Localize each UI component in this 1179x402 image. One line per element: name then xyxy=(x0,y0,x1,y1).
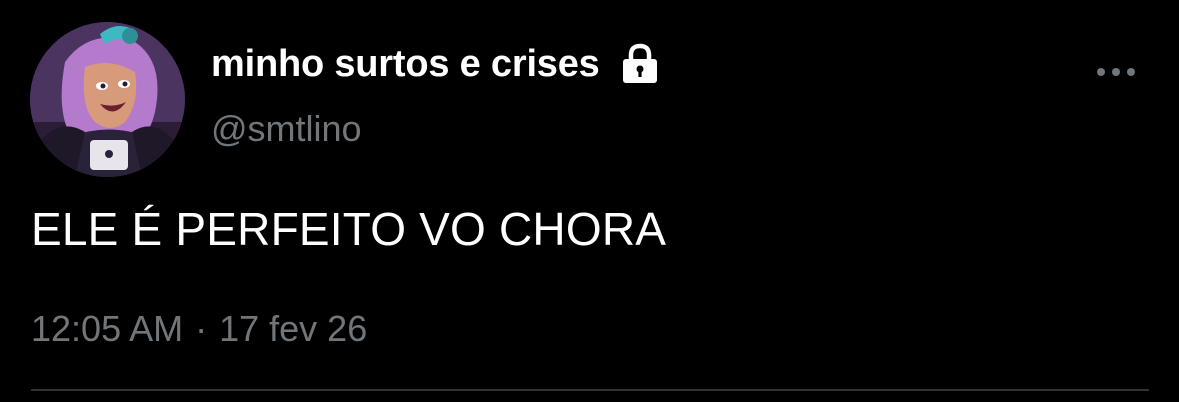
display-name[interactable]: minho surtos e crises xyxy=(211,43,600,86)
tweet-text: ELE É PERFEITO VO CHORA xyxy=(31,203,667,255)
tweet: minho surtos e crises @smtlino ELE É PER… xyxy=(0,0,1179,402)
more-options-button[interactable] xyxy=(1090,56,1142,88)
tweet-timestamp[interactable]: 12:05 AM · 17 fev 26 xyxy=(31,308,367,350)
display-name-row: minho surtos e crises xyxy=(211,40,660,88)
avatar-image xyxy=(30,22,185,177)
tweet-date: 17 fev 26 xyxy=(219,308,368,349)
tweet-time: 12:05 AM xyxy=(31,308,184,349)
more-horizontal-icon xyxy=(1097,68,1135,76)
avatar[interactable] xyxy=(30,22,185,177)
user-handle[interactable]: @smtlino xyxy=(211,108,362,150)
timestamp-separator: · xyxy=(195,308,208,349)
divider xyxy=(31,389,1149,391)
lock-icon xyxy=(620,43,660,85)
